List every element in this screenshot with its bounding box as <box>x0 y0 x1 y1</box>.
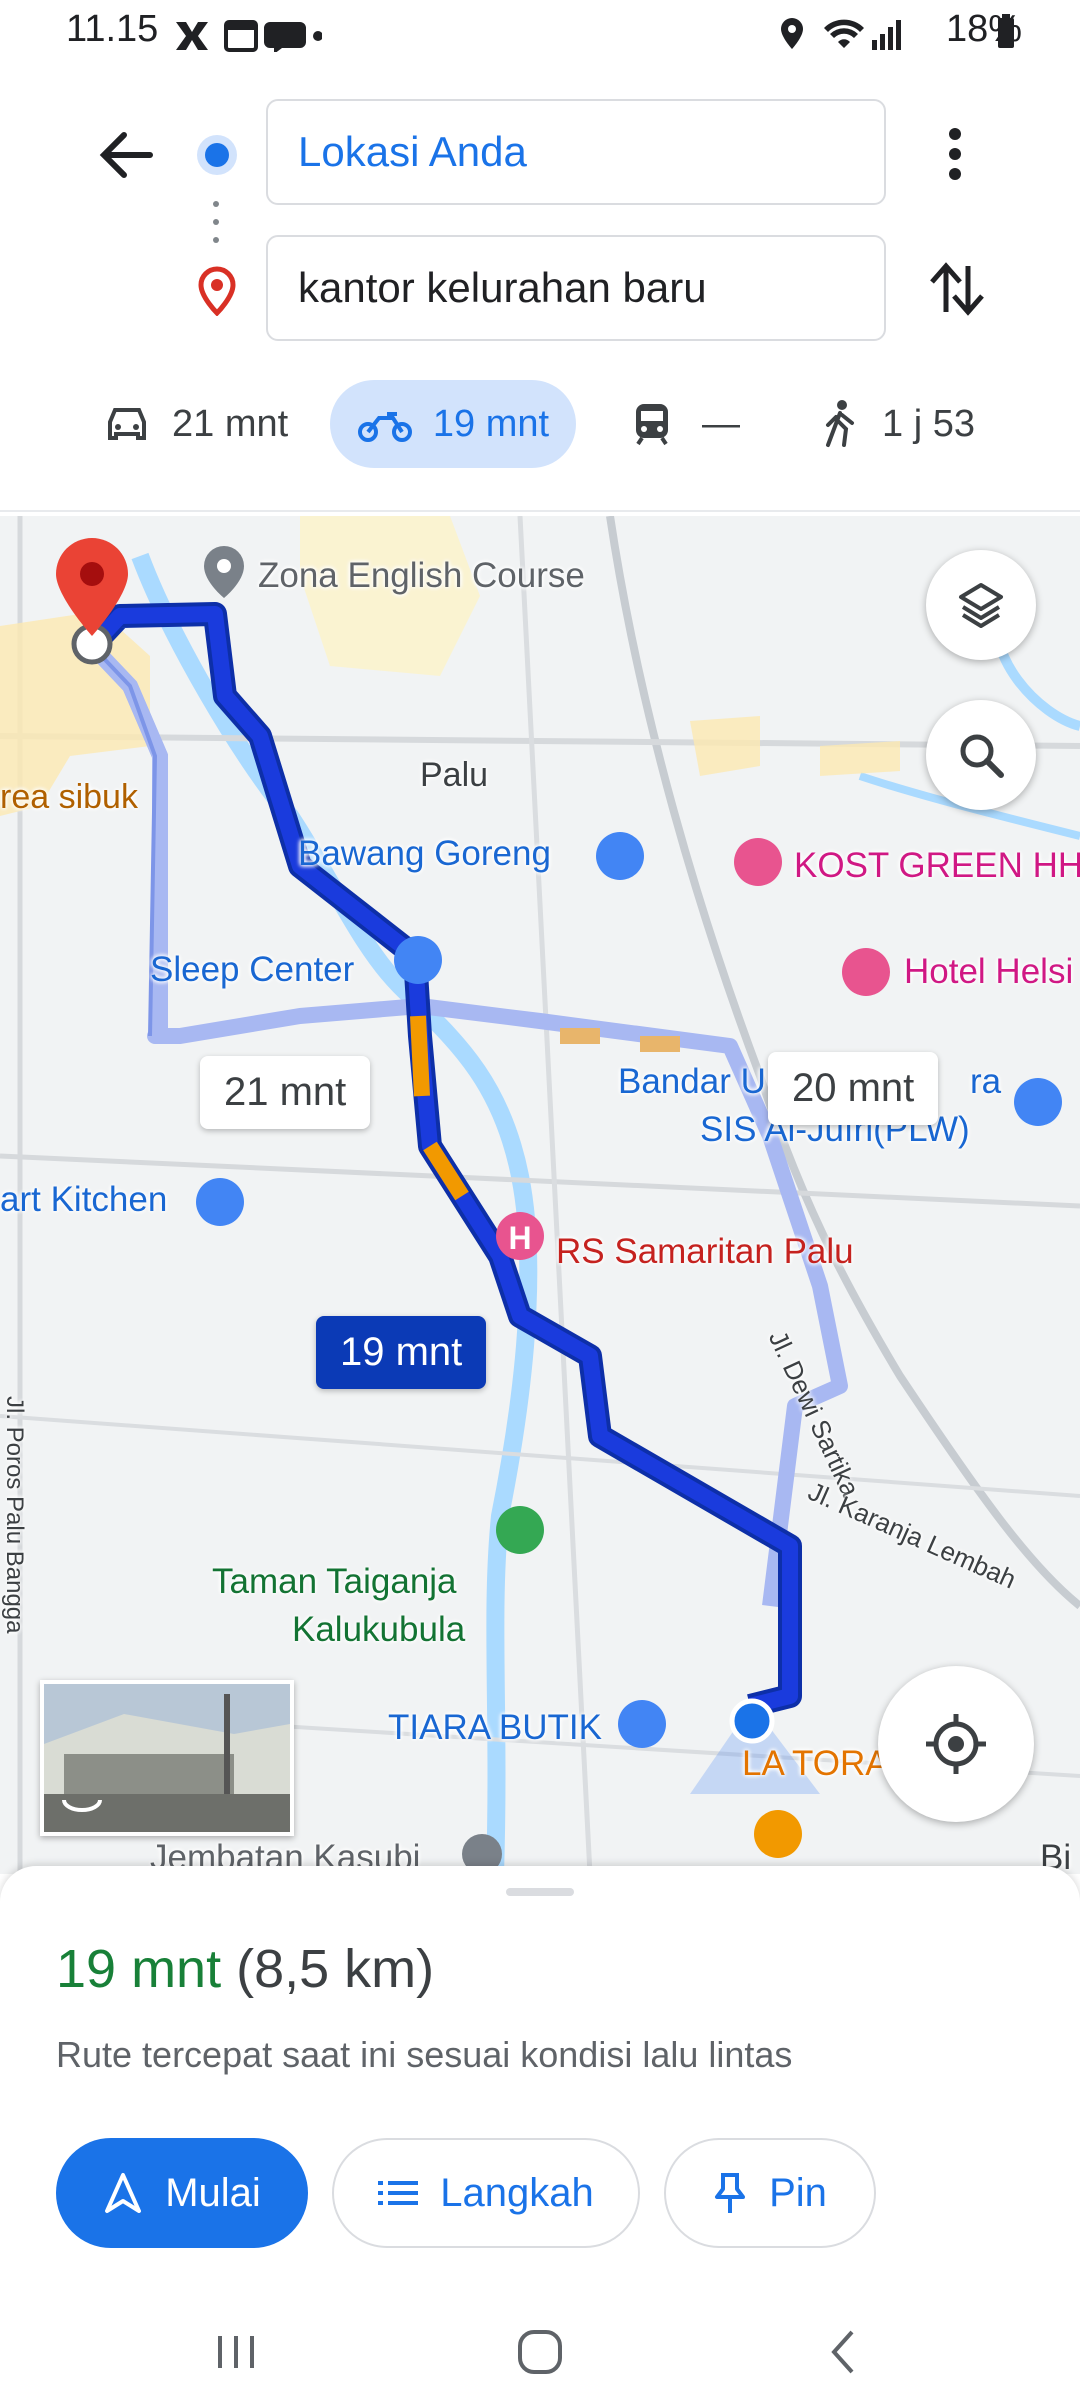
route-dots-icon <box>213 201 219 243</box>
recent-apps-icon <box>218 2336 254 2368</box>
battery-icon <box>998 14 1014 48</box>
map-label: Hotel Helsi <box>904 952 1074 991</box>
drag-handle[interactable] <box>506 1888 574 1896</box>
airport-icon <box>1014 1078 1062 1126</box>
wifi-icon <box>824 19 864 48</box>
park-icon <box>496 1506 544 1554</box>
route-label-alt1[interactable]: 21 mnt <box>200 1056 371 1129</box>
missed-call-icon <box>176 22 208 50</box>
shopping-icon <box>618 1700 666 1748</box>
more-options-button[interactable] <box>930 124 980 184</box>
chat-icon <box>264 22 306 52</box>
map-label: Bandar U <box>618 1062 766 1101</box>
map-label: RS Samaritan Palu <box>556 1232 854 1271</box>
list-icon <box>378 2181 419 2205</box>
route-description: Rute tercepat saat ini sesuai kondisi la… <box>56 2034 793 2075</box>
svg-text:H: H <box>508 1220 531 1256</box>
map[interactable]: H Zona English Course Palu rea sibuk Baw… <box>0 516 1080 1874</box>
pin-icon <box>715 2173 746 2213</box>
map-label: ra <box>970 1062 1002 1101</box>
swap-vert-icon <box>930 262 984 316</box>
map-label: Palu <box>420 756 489 794</box>
map-label: Bawang Goreng <box>298 834 551 873</box>
route-summary: 19 mnt (8,5 km) <box>56 1938 434 2000</box>
route-label-main[interactable]: 19 mnt <box>316 1316 487 1389</box>
back-chevron-icon <box>831 2330 854 2374</box>
more-vert-icon <box>949 128 961 180</box>
notification-icons <box>176 20 322 52</box>
shopping-icon <box>394 936 442 984</box>
arrow-back-icon <box>99 132 153 178</box>
mode-tab-walk[interactable]: 1 j 53 <box>820 380 1010 468</box>
back-nav-button[interactable] <box>814 2322 874 2382</box>
mode-car-label: 21 mnt <box>172 402 289 445</box>
origin-input[interactable]: Lokasi Anda <box>266 99 886 205</box>
more-dot-icon <box>313 31 322 41</box>
steps-label: Langkah <box>440 2170 594 2215</box>
map-label: KOST GREEN HH <box>794 846 1080 885</box>
pin-label: Pin <box>769 2170 827 2215</box>
origin-text: Lokasi Anda <box>298 128 527 175</box>
origin-dot-icon <box>197 135 237 175</box>
my-location-icon <box>926 1714 986 1774</box>
map-label: Jl. Poros Palu Bangga <box>1 1396 28 1634</box>
map-label: art Kitchen <box>0 1180 168 1219</box>
transit-icon <box>636 404 668 446</box>
map-label: rea sibuk <box>0 778 138 816</box>
mode-tab-motorcycle[interactable]: 19 mnt <box>330 380 576 468</box>
header-divider <box>0 510 1080 512</box>
lodging-icon <box>734 838 782 886</box>
motorcycle-icon <box>357 412 412 442</box>
mode-motorcycle-label: 19 mnt <box>432 402 550 445</box>
car-icon <box>108 408 146 440</box>
search-along-route-button[interactable] <box>926 700 1036 810</box>
mode-tab-transit[interactable]: — <box>632 380 752 468</box>
route-label-alt2[interactable]: 20 mnt <box>768 1052 939 1125</box>
destination-input[interactable]: kantor kelurahan baru <box>266 235 886 341</box>
pin-button[interactable]: Pin <box>664 2138 876 2248</box>
location-status-icon <box>781 18 803 49</box>
destination-text: kantor kelurahan baru <box>298 264 707 311</box>
recent-apps-button[interactable] <box>206 2322 266 2382</box>
layers-icon <box>959 583 1003 628</box>
mode-tab-car[interactable]: 21 mnt <box>104 380 314 468</box>
shopping-icon <box>196 1178 244 1226</box>
route-eta: 19 mnt <box>56 1939 222 1999</box>
map-label: LA TORA <box>742 1744 889 1783</box>
system-nav-bar <box>0 2300 1080 2408</box>
mode-walk-label: 1 j 53 <box>882 402 975 445</box>
home-button[interactable] <box>510 2322 570 2382</box>
current-location-dot <box>729 1698 775 1744</box>
my-location-button[interactable] <box>878 1666 1034 1822</box>
swap-button[interactable] <box>924 256 990 322</box>
route-distance: (8,5 km) <box>236 1939 435 1999</box>
street-view-image <box>44 1684 290 1832</box>
lodging-icon <box>842 948 890 996</box>
map-label: Zona English Course <box>258 556 585 595</box>
walk-icon <box>826 400 854 447</box>
start-label: Mulai <box>165 2170 261 2215</box>
street-view-thumbnail[interactable] <box>40 1680 294 1836</box>
map-label: Taman Taiganja <box>212 1562 457 1601</box>
mode-transit-label: — <box>702 402 740 445</box>
search-icon <box>960 734 1004 778</box>
start-button[interactable]: Mulai <box>56 2138 308 2248</box>
map-label: TIARA BUTIK <box>388 1708 602 1747</box>
status-bar: 11.15 18% <box>0 0 1080 70</box>
destination-pin-icon <box>198 266 236 316</box>
map-label: Sleep Center <box>150 950 355 989</box>
signal-icon <box>872 40 877 50</box>
navigation-arrow-icon <box>105 2173 142 2213</box>
layers-button[interactable] <box>926 550 1036 660</box>
status-time: 11.15 <box>66 8 159 50</box>
shopping-icon <box>596 832 644 880</box>
home-icon <box>518 2330 562 2374</box>
steps-button[interactable]: Langkah <box>332 2138 640 2248</box>
restaurant-icon <box>754 1810 802 1858</box>
back-button[interactable] <box>88 118 162 192</box>
map-label: Kalukubula <box>292 1610 466 1649</box>
